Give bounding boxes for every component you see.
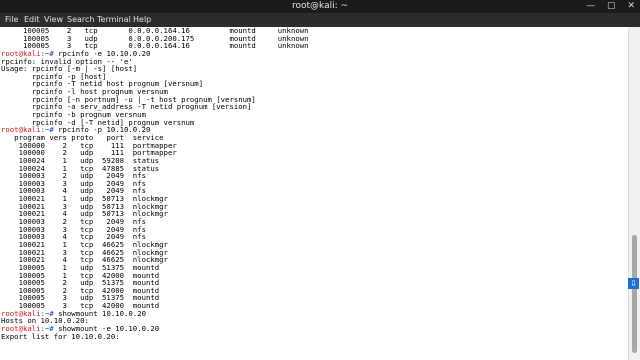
menu-terminal[interactable]: Terminal	[97, 13, 131, 27]
minimize-button[interactable]: —	[586, 0, 595, 13]
menu-edit[interactable]: Edit	[24, 13, 40, 27]
window-controls: — ▢ ✕	[586, 0, 635, 13]
command-line: root@kali:~# showmount 10.10.0.20	[0, 309, 628, 318]
maximize-button[interactable]: ▢	[607, 0, 616, 13]
output-line: Export list for 10.10.0.20:	[1, 331, 120, 341]
menu-help[interactable]: Help	[133, 13, 151, 27]
terminal-output[interactable]: 100005 2 tcp 0.0.0.0.164.16 mountd unkno…	[0, 27, 628, 360]
scrollbar-thumb[interactable]	[632, 235, 637, 353]
close-button[interactable]: ✕	[627, 0, 635, 13]
window-title: root@kali: ~	[291, 1, 349, 11]
menu-bar: File Edit View Search Terminal Help	[0, 13, 640, 27]
vertical-scrollbar[interactable]	[628, 27, 640, 360]
title-bar: root@kali: ~ — ▢ ✕	[0, 0, 640, 13]
menu-search[interactable]: Search	[67, 13, 94, 27]
menu-file[interactable]: File	[5, 13, 18, 27]
scroll-down-icon[interactable]: ⇩	[628, 278, 639, 289]
menu-view[interactable]: View	[44, 13, 63, 27]
